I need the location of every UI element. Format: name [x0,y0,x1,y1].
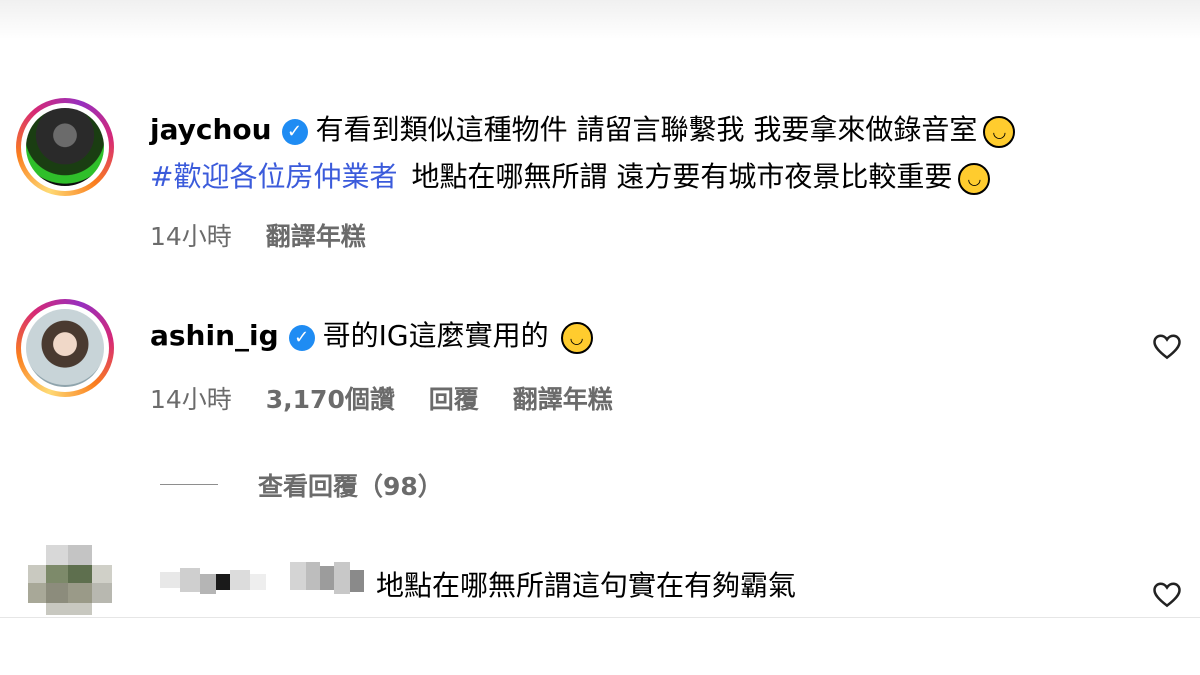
replies-divider [160,484,218,485]
heart-outline-icon[interactable] [1152,580,1182,610]
comment-1-meta: 14小時 翻譯年糕 [150,217,366,253]
likes-count[interactable]: 3,170個讚 [266,385,395,414]
comment-3-text: 地點在哪無所謂這句實在有夠霸氣 [376,569,797,602]
view-replies-button[interactable]: 查看回覆（98） [258,467,443,503]
comment-1-line1: jaychou ✓ 有看到類似這種物件 請留言聯繫我 我要拿來做錄音室 ◡ [150,108,1190,151]
comment-3-line: 地點在哪無所謂這句實在有夠霸氣 [376,564,796,604]
username-ashin[interactable]: ashin_ig [150,319,279,352]
avatar-ashin[interactable] [16,299,114,397]
translate-button[interactable]: 翻譯年糕 [513,385,613,414]
reply-button[interactable]: 回覆 [429,385,479,414]
comment-1-text: 有看到類似這種物件 請留言聯繫我 我要拿來做錄音室 [315,113,978,146]
username-blurred[interactable] [160,560,370,604]
bottom-divider [0,617,1200,618]
comment-2-text: 哥的IG這麼實用的 [322,319,549,352]
timestamp: 14小時 [150,385,232,414]
rolling-laughing-emoji-icon: ◡ [560,321,593,354]
avatar-blurred[interactable] [28,545,116,615]
verified-badge-icon: ✓ [281,118,308,145]
comment-1-text-2: 地點在哪無所謂 遠方要有城市夜景比較重要 [411,160,953,193]
verified-badge-icon: ✓ [288,324,315,351]
translate-button[interactable]: 翻譯年糕 [266,222,366,251]
comment-2-meta: 14小時 3,170個讚 回覆 翻譯年糕 [150,380,613,416]
username-jaychou[interactable]: jaychou [150,113,272,146]
comment-1-line2: #歡迎各位房仲業者 地點在哪無所謂 遠方要有城市夜景比較重要 ◡ [150,155,1190,198]
timestamp: 14小時 [150,222,232,251]
rolling-laughing-emoji-icon: ◡ [983,115,1016,148]
hashtag-link[interactable]: #歡迎各位房仲業者 [150,160,397,193]
comment-2-line: ashin_ig ✓ 哥的IG這麼實用的 ◡ [150,314,593,357]
heart-outline-icon[interactable] [1152,332,1182,362]
rolling-laughing-emoji-icon: ◡ [958,162,991,195]
top-fade [0,0,1200,40]
avatar-jaychou[interactable] [16,98,114,196]
